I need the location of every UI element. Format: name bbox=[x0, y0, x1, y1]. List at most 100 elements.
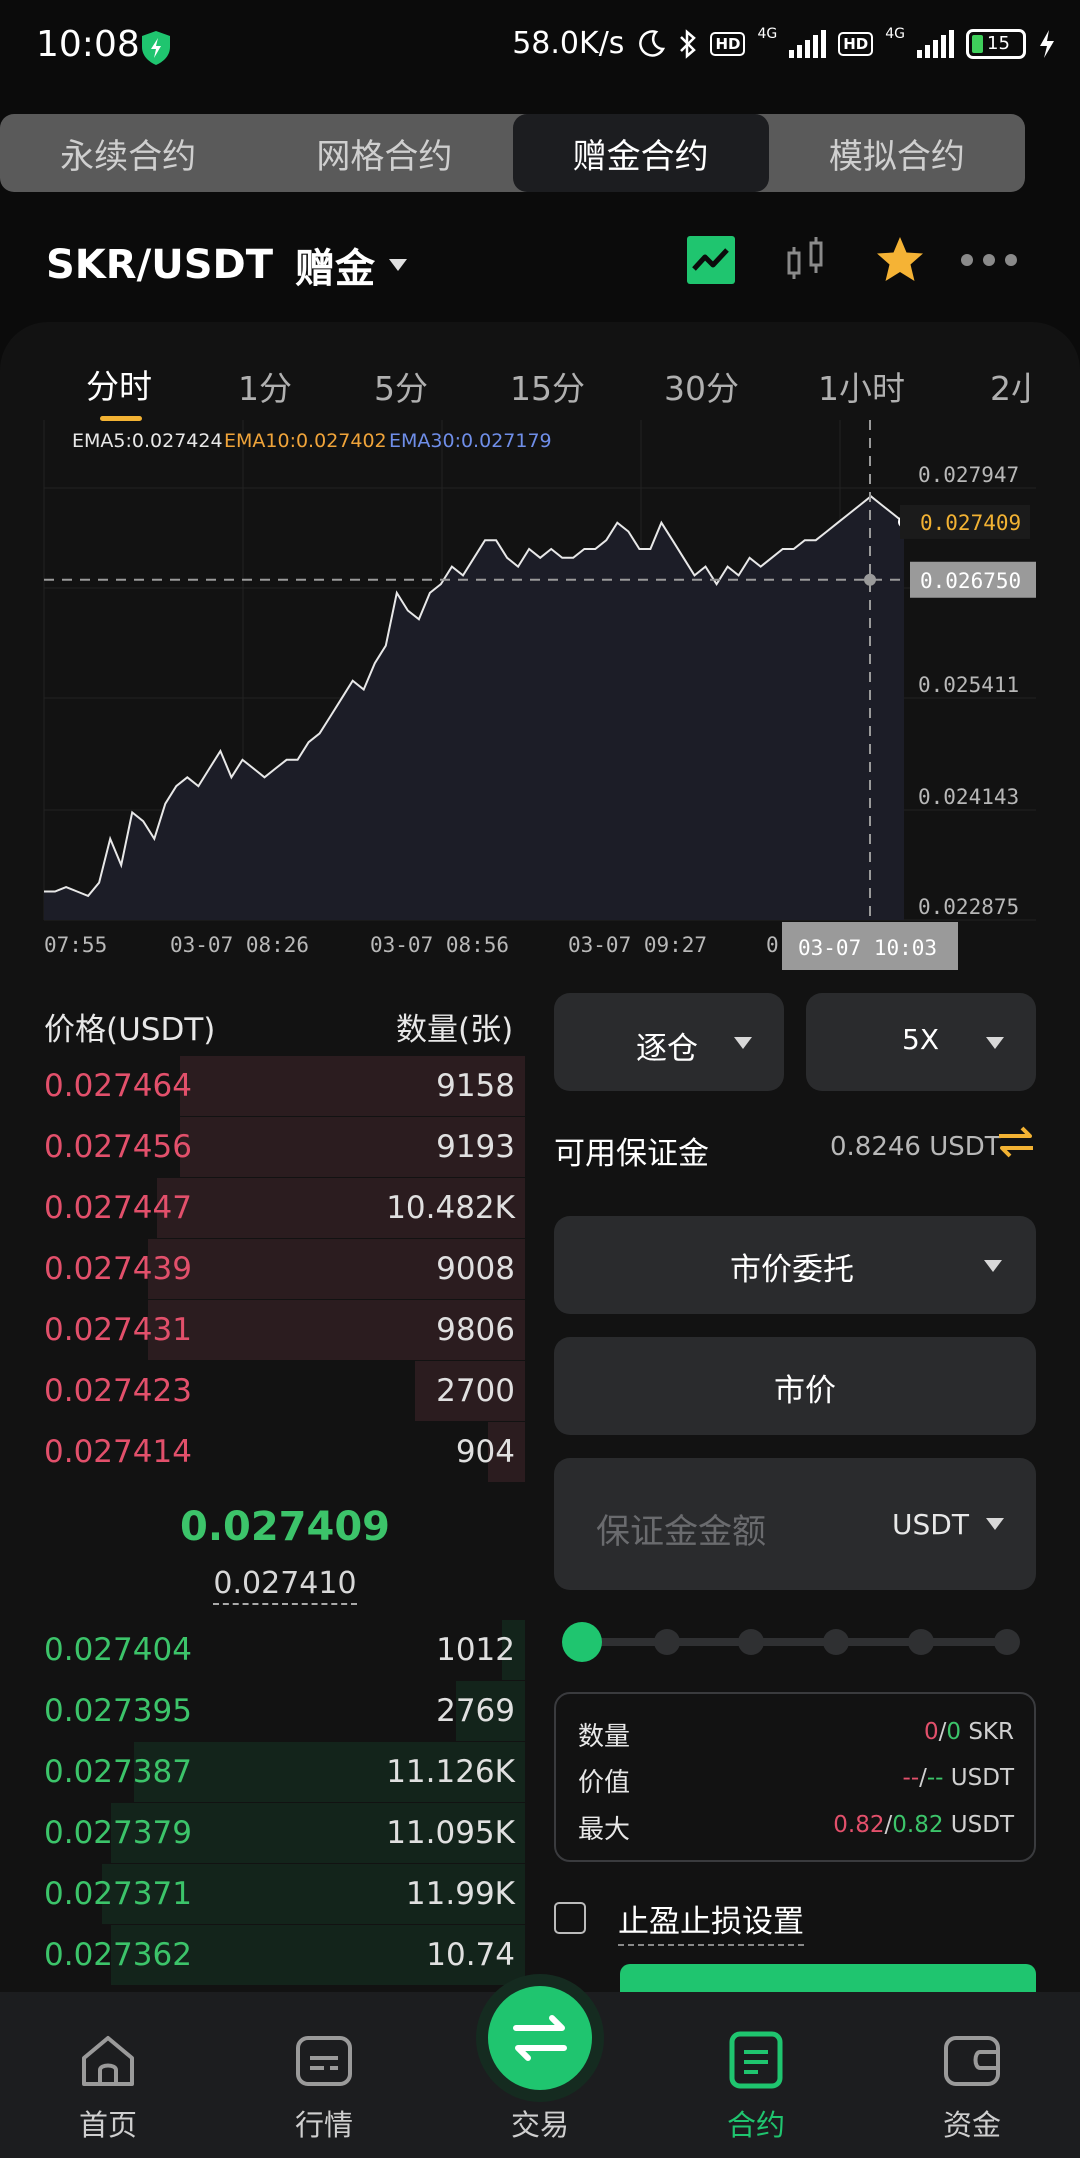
ask-qty: 10.482K bbox=[386, 1190, 515, 1226]
info-qty-value: 0/0 SKR bbox=[923, 1719, 1014, 1745]
price-mode-value: 市价 bbox=[774, 1373, 836, 1409]
bid-qty: 2769 bbox=[436, 1693, 515, 1729]
ask-row[interactable]: 0.027439 9008 bbox=[0, 1239, 525, 1299]
x-tick-label: 03-07 08:26 bbox=[170, 933, 309, 957]
candlestick-icon[interactable] bbox=[784, 232, 830, 288]
ask-price: 0.027423 bbox=[44, 1373, 192, 1409]
x-tick-label: 03-07 08:56 bbox=[370, 933, 509, 957]
tab-perpetual[interactable]: 永续合约 bbox=[0, 114, 256, 192]
battery-icon: 15 bbox=[966, 28, 1026, 59]
more-icon[interactable] bbox=[958, 232, 1020, 288]
bid-row[interactable]: 0.027379 11.095K bbox=[0, 1803, 525, 1863]
interval-tab-2h[interactable]: 2小 bbox=[990, 362, 1034, 410]
bid-qty: 11.126K bbox=[386, 1754, 515, 1790]
mark-price[interactable]: 0.027410 bbox=[0, 1566, 570, 1605]
price-chart[interactable]: EMA5:0.027424 EMA10:0.027402 EMA30:0.027… bbox=[0, 420, 1080, 980]
hd-badge-2: HD bbox=[838, 31, 874, 56]
bid-row[interactable]: 0.027371 11.99K bbox=[0, 1864, 525, 1924]
last-price[interactable]: 0.027409 bbox=[0, 1504, 570, 1550]
ask-row[interactable]: 0.027423 2700 bbox=[0, 1361, 525, 1421]
interval-tab-30m[interactable]: 30分 bbox=[664, 362, 739, 410]
swap-icon bbox=[513, 2015, 567, 2061]
caret-down-icon bbox=[984, 1260, 1002, 1272]
nav-assets-label: 资金 bbox=[942, 2108, 1001, 2142]
nav-contract-label: 合约 bbox=[726, 2108, 785, 2142]
ask-price: 0.027456 bbox=[44, 1129, 192, 1165]
crosshair-dot bbox=[864, 573, 876, 586]
qty-column-header: 数量(张) bbox=[396, 1012, 514, 1048]
nav-assets[interactable]: 资金 bbox=[864, 1992, 1080, 2158]
slider-step-80[interactable] bbox=[908, 1629, 934, 1655]
leverage-select[interactable]: 5X bbox=[806, 993, 1036, 1091]
pair-selector[interactable]: SKR/USDT 赠金 bbox=[46, 236, 407, 294]
tpsl-settings-link[interactable]: 止盈止损设置 bbox=[618, 1896, 804, 1946]
home-icon bbox=[82, 2036, 134, 2086]
order-type-select[interactable]: 市价委托 bbox=[554, 1216, 1036, 1314]
interval-tab-5m[interactable]: 5分 bbox=[374, 362, 428, 410]
price-input[interactable]: 市价 bbox=[554, 1337, 1036, 1435]
price-column-header: 价格(USDT) bbox=[44, 1012, 216, 1048]
info-max-value: 0.82/0.82 USDT bbox=[833, 1812, 1014, 1838]
ask-row[interactable]: 0.027447 10.482K bbox=[0, 1178, 525, 1238]
charging-icon bbox=[1040, 29, 1054, 58]
interval-tab-timeshare[interactable]: 分时 bbox=[86, 360, 152, 408]
slider-step-40[interactable] bbox=[738, 1629, 764, 1655]
transfer-icon[interactable] bbox=[996, 1124, 1036, 1160]
nav-contract[interactable]: 合约 bbox=[648, 1992, 864, 2158]
caret-down-icon bbox=[986, 1037, 1004, 1049]
slider-step-100[interactable] bbox=[994, 1629, 1020, 1655]
info-value-value: --/-- USDT bbox=[902, 1765, 1014, 1791]
ask-qty: 9158 bbox=[436, 1068, 515, 1104]
margin-amount-input[interactable]: 保证金金额 USDT bbox=[554, 1458, 1036, 1590]
interval-tab-15m[interactable]: 15分 bbox=[510, 362, 585, 410]
bid-price: 0.027395 bbox=[44, 1693, 192, 1729]
amount-slider-handle[interactable] bbox=[562, 1622, 602, 1662]
tab-demo[interactable]: 模拟合约 bbox=[769, 114, 1025, 192]
trade-fab-button[interactable] bbox=[488, 1986, 592, 2090]
y-tick-label: 0.025411 bbox=[918, 673, 1019, 697]
ema5-label: EMA5:0.027424 bbox=[72, 430, 223, 452]
tpsl-checkbox[interactable] bbox=[554, 1902, 586, 1934]
bid-row[interactable]: 0.027404 1012 bbox=[0, 1620, 525, 1680]
contract-type-tabs: 永续合约 网格合约 赠金合约 模拟合约 bbox=[0, 114, 1025, 192]
line-chart-icon[interactable] bbox=[686, 232, 736, 288]
battery-level: 15 bbox=[987, 32, 1010, 54]
interval-tab-1m[interactable]: 1分 bbox=[238, 362, 292, 410]
slider-step-60[interactable] bbox=[823, 1629, 849, 1655]
signal-label-2: 4G bbox=[885, 26, 905, 42]
nav-market[interactable]: 行情 bbox=[216, 1992, 432, 2158]
tab-grid[interactable]: 网格合约 bbox=[256, 114, 512, 192]
ask-row[interactable]: 0.027456 9193 bbox=[0, 1117, 525, 1177]
info-qty-label: 数量 bbox=[578, 1722, 631, 1752]
ask-price: 0.027439 bbox=[44, 1251, 192, 1287]
ask-qty: 9193 bbox=[436, 1129, 515, 1165]
bid-row[interactable]: 0.027362 10.74 bbox=[0, 1925, 525, 1985]
margin-mode-select[interactable]: 逐仓 bbox=[554, 993, 784, 1091]
bid-row[interactable]: 0.027395 2769 bbox=[0, 1681, 525, 1741]
caret-down-icon bbox=[734, 1037, 752, 1049]
clock: 10:08 bbox=[36, 24, 140, 65]
available-margin-label: 可用保证金 bbox=[554, 1136, 709, 1172]
slider-step-20[interactable] bbox=[654, 1629, 680, 1655]
ask-price: 0.027414 bbox=[44, 1434, 192, 1470]
bid-price: 0.027404 bbox=[44, 1632, 192, 1668]
last-price-tag-text: 0.027409 bbox=[920, 511, 1021, 535]
interval-tab-1h[interactable]: 1小时 bbox=[818, 362, 905, 410]
amount-unit-select[interactable]: USDT bbox=[892, 1508, 969, 1541]
ask-row[interactable]: 0.027414 904 bbox=[0, 1422, 525, 1482]
ask-row[interactable]: 0.027464 9158 bbox=[0, 1056, 525, 1116]
x-axis-ticks: 07:55 03-07 08:26 03-07 08:56 03-07 09:27 0 bbox=[44, 933, 779, 957]
crosshair-price-text: 0.026750 bbox=[920, 569, 1021, 593]
nav-home[interactable]: 首页 bbox=[0, 1992, 216, 2158]
bid-qty: 11.99K bbox=[405, 1876, 515, 1912]
tab-bonus[interactable]: 赠金合约 bbox=[512, 114, 769, 192]
star-icon[interactable] bbox=[874, 232, 926, 288]
pair-name: SKR/USDT bbox=[46, 242, 273, 288]
mark-price-value: 0.027410 bbox=[213, 1566, 357, 1605]
amount-slider-track[interactable] bbox=[582, 1638, 1008, 1646]
signal-icon bbox=[789, 29, 827, 58]
ask-row[interactable]: 0.027431 9806 bbox=[0, 1300, 525, 1360]
y-tick-label: 0.022875 bbox=[918, 895, 1019, 919]
contract-icon bbox=[729, 2031, 783, 2089]
bid-row[interactable]: 0.027387 11.126K bbox=[0, 1742, 525, 1802]
